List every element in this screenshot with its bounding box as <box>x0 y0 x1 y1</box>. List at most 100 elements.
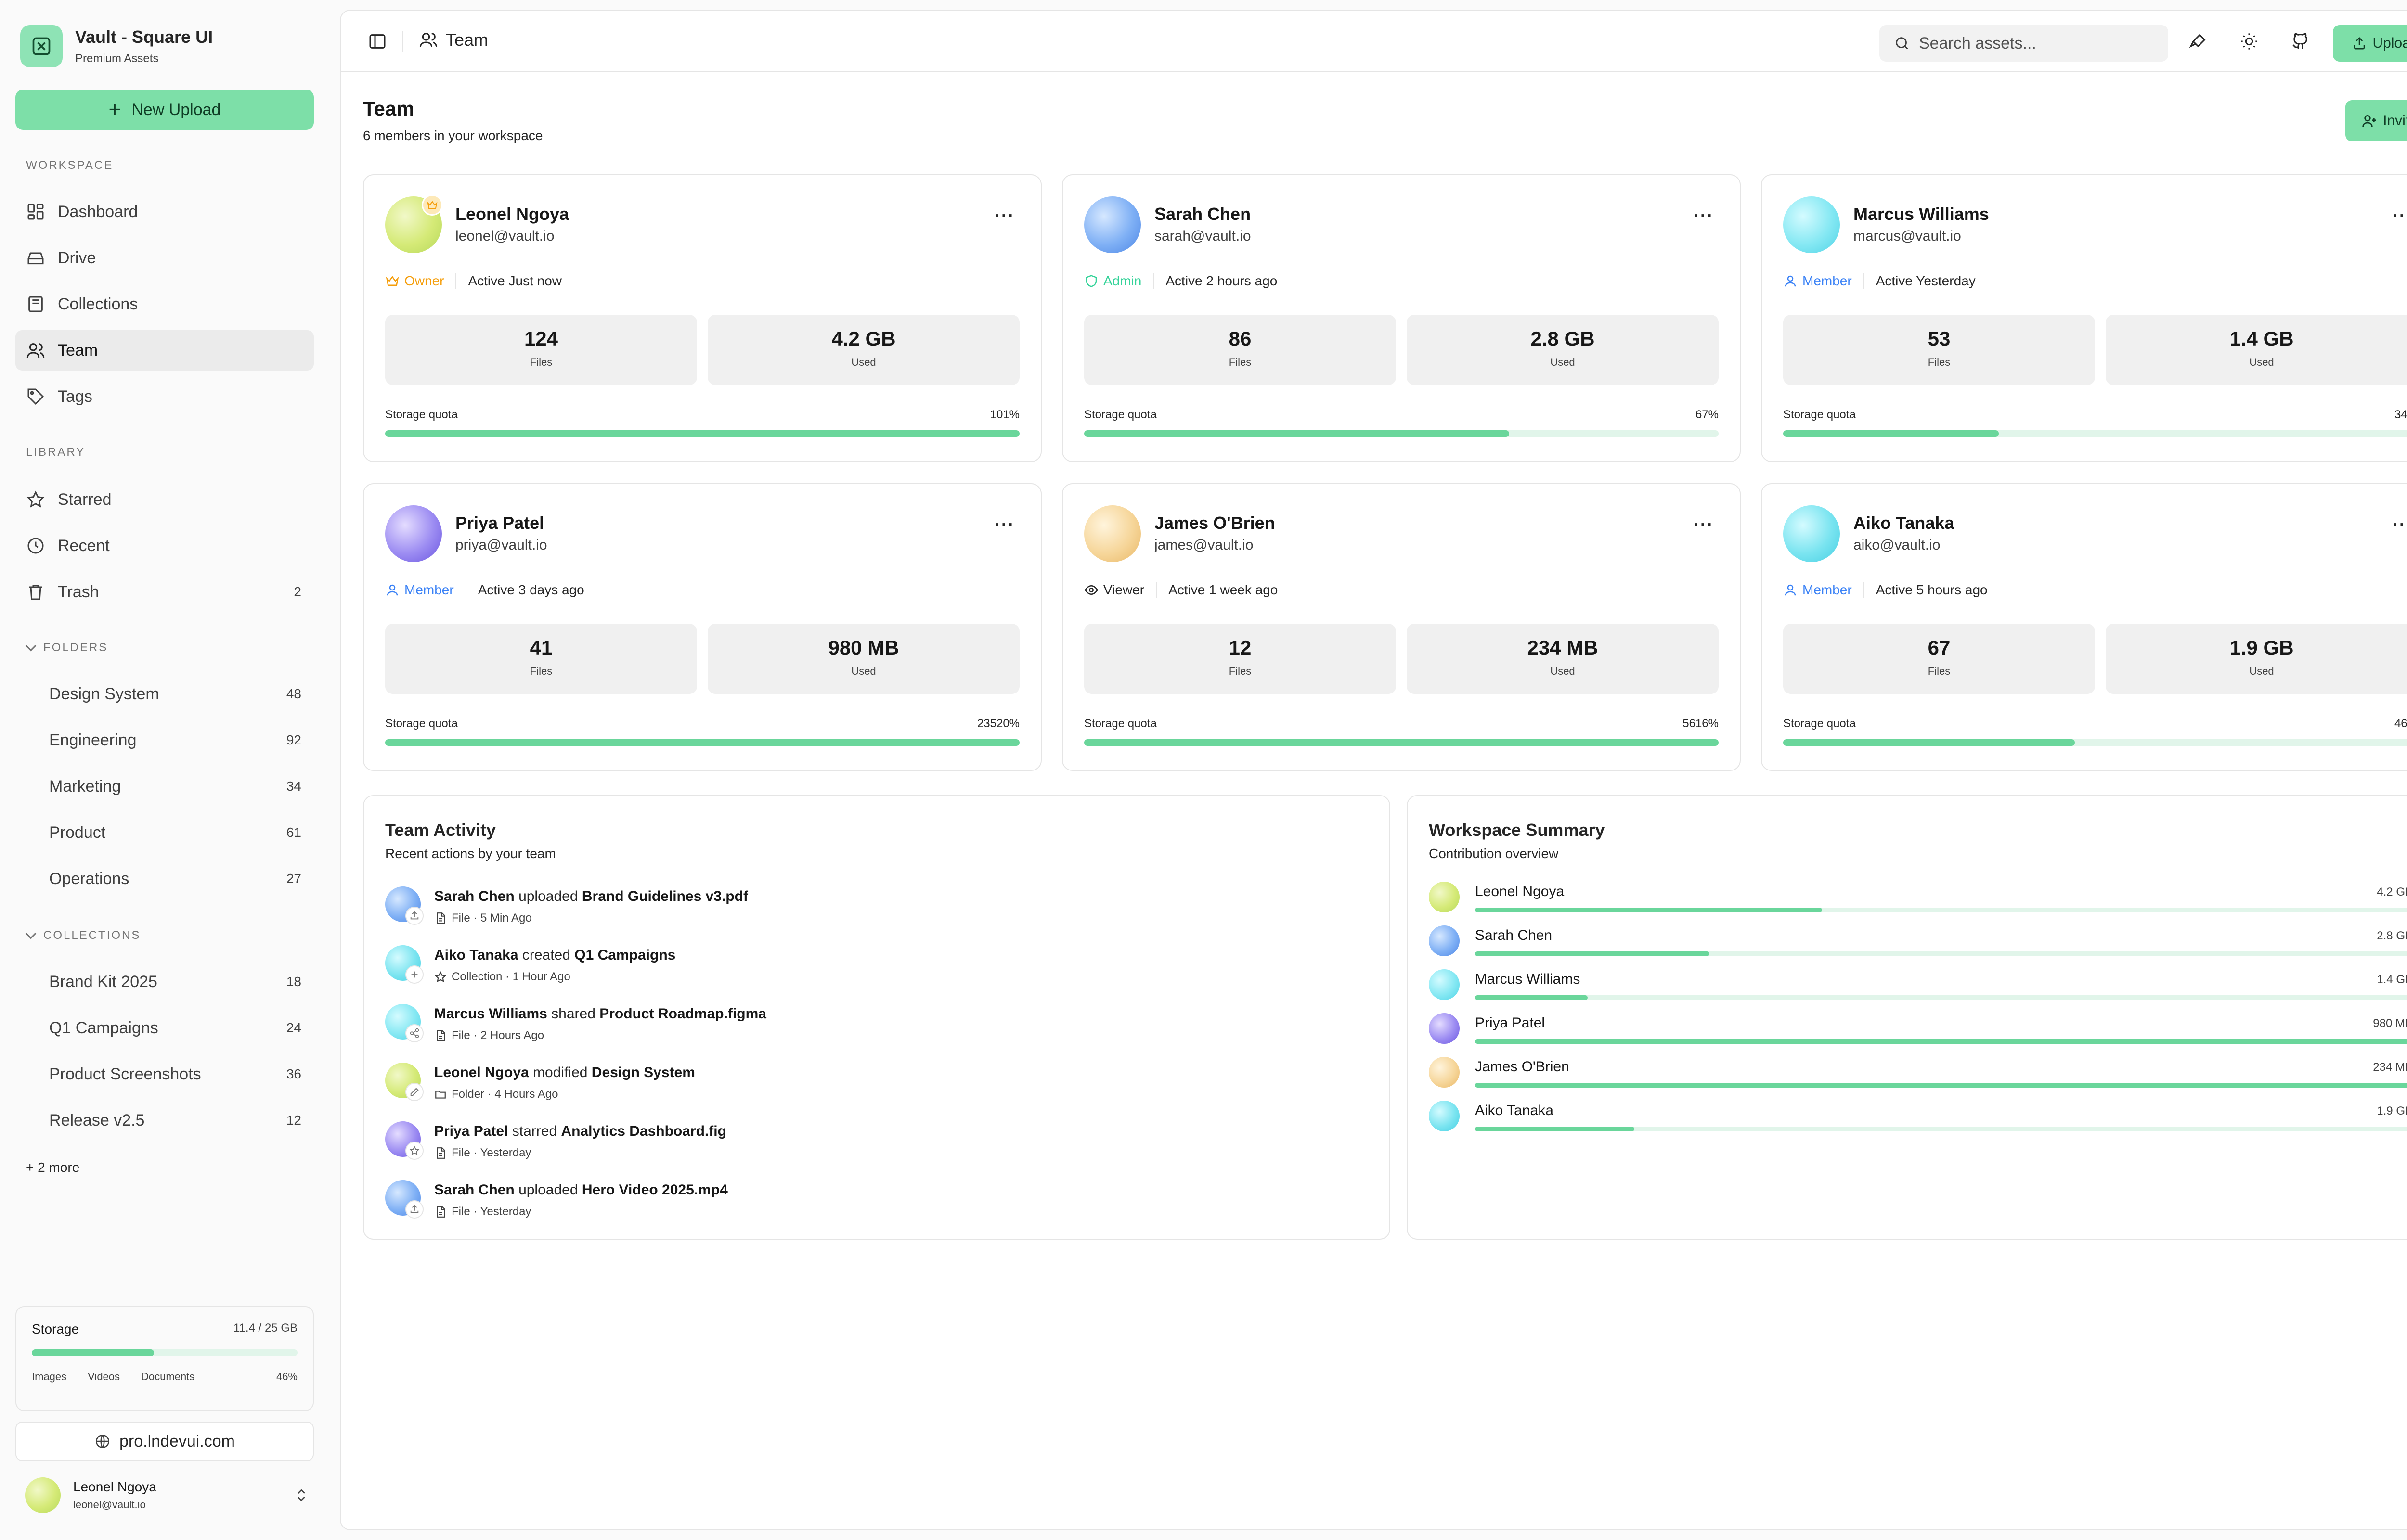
sidebar-item-tags[interactable]: Tags <box>15 376 314 417</box>
role-label: Member <box>1802 582 1852 597</box>
sidebar-item-label: Starred <box>58 490 112 509</box>
activity-item[interactable]: Priya Patel starred Analytics Dashboard.… <box>385 1121 726 1160</box>
quota-bar-fill <box>1084 739 1719 746</box>
quota-bar-fill <box>385 739 1020 746</box>
library-section-label: LIBRARY <box>26 446 86 459</box>
summary-bar <box>1475 951 2407 956</box>
folders-section-toggle[interactable]: FOLDERS <box>25 640 108 654</box>
collection-label: Q1 Campaigns <box>49 1018 158 1037</box>
user-plus-icon <box>2362 115 2376 127</box>
user-email: leonel@vault.io <box>73 1499 146 1511</box>
site-link-button[interactable]: pro.lndevui.com <box>15 1422 314 1461</box>
upload-button[interactable]: Upload <box>2333 25 2407 62</box>
folder-item-marketing[interactable]: Marketing 34 <box>15 766 314 807</box>
sidebar-item-drive[interactable]: Drive <box>15 238 314 278</box>
new-upload-button[interactable]: + New Upload <box>15 90 314 130</box>
collection-item-product-screenshots[interactable]: Product Screenshots 36 <box>15 1054 314 1094</box>
activity-item[interactable]: Marcus Williams shared Product Roadmap.f… <box>385 1004 766 1042</box>
activity-item[interactable]: Sarah Chen uploaded Brand Guidelines v3.… <box>385 886 748 925</box>
activity-item[interactable]: Sarah Chen uploaded Hero Video 2025.mp4 F… <box>385 1180 728 1219</box>
trash-count: 2 <box>294 584 301 599</box>
avatar <box>1783 196 1840 253</box>
sidebar-item-dashboard[interactable]: Dashboard <box>15 192 314 232</box>
more-options-icon[interactable]: ··· <box>2393 516 2407 533</box>
sun-icon[interactable] <box>2239 32 2259 51</box>
folder-item-product[interactable]: Product 61 <box>15 812 314 853</box>
files-count: 53 <box>1928 327 1951 350</box>
member-name: Aiko Tanaka <box>1853 513 1954 533</box>
member-name: Priya Patel <box>455 513 544 533</box>
more-options-icon[interactable]: ··· <box>1694 207 1714 224</box>
member-card: Aiko Tanaka aiko@vault.io ··· Member Active … <box>1761 483 2407 771</box>
folder-item-engineering[interactable]: Engineering 92 <box>15 720 314 760</box>
last-active: Active 5 hours ago <box>1876 582 1988 597</box>
folder-item-operations[interactable]: Operations 27 <box>15 859 314 899</box>
storage-bar <box>32 1349 298 1356</box>
summary-bar <box>1475 1127 2407 1131</box>
summary-name: Marcus Williams <box>1475 971 1580 987</box>
files-count: 12 <box>1229 636 1252 659</box>
brand[interactable]: Vault - Square UI Premium Assets <box>20 25 213 67</box>
page-title: Team <box>363 97 414 120</box>
user-menu[interactable]: Leonel Ngoya leonel@vault.io <box>25 1477 309 1513</box>
collection-item-brand-kit[interactable]: Brand Kit 2025 18 <box>15 962 314 1002</box>
sidebar-toggle-icon[interactable] <box>368 32 387 51</box>
main-content: Team Search assets... Upload Team 6 memb… <box>340 10 2407 1530</box>
sidebar-item-starred[interactable]: Starred <box>15 479 314 520</box>
last-active: Active Yesterday <box>1876 273 1976 288</box>
avatar <box>385 1180 424 1219</box>
quota-percent: 46% <box>2394 717 2407 730</box>
more-options-icon[interactable]: ··· <box>995 207 1015 224</box>
upload-icon <box>2354 37 2365 50</box>
more-options-icon[interactable]: ··· <box>1694 516 1714 533</box>
files-stat: 124 Files <box>385 315 697 385</box>
quota-bar-fill <box>1783 430 1999 437</box>
sidebar-item-trash[interactable]: Trash 2 <box>15 572 314 612</box>
user-icon <box>387 584 398 596</box>
activity-badge <box>405 1142 424 1160</box>
sidebar-item-collections[interactable]: Collections <box>15 284 314 324</box>
sidebar-item-team[interactable]: Team <box>15 330 314 371</box>
quota-bar-fill <box>1783 739 2075 746</box>
activity-user: Marcus Williams <box>434 1006 547 1022</box>
summary-bar <box>1475 1039 2407 1044</box>
new-upload-label: New Upload <box>131 100 221 119</box>
team-activity-panel: Team Activity Recent actions by your tea… <box>363 795 1390 1240</box>
files-stat: 67 Files <box>1783 624 2095 694</box>
used-label: Used <box>2249 356 2274 368</box>
member-name: James O'Brien <box>1154 513 1275 533</box>
workspace-summary-panel: Workspace Summary Contribution overview … <box>1407 795 2407 1240</box>
owner-crown-badge <box>422 194 443 216</box>
collections-section-toggle[interactable]: COLLECTIONS <box>25 928 141 942</box>
panel-title: Workspace Summary <box>1429 820 1605 840</box>
member-card: Marcus Williams marcus@vault.io ··· Member A… <box>1761 174 2407 462</box>
role-label: Viewer <box>1103 582 1145 597</box>
more-options-icon[interactable]: ··· <box>2393 207 2407 224</box>
search-input[interactable]: Search assets... <box>1879 25 2168 62</box>
folder-count: 27 <box>286 871 301 886</box>
sidebar-item-recent[interactable]: Recent <box>15 526 314 566</box>
activity-item[interactable]: Leonel Ngoya modified Design System Folde… <box>385 1063 695 1101</box>
member-email: james@vault.io <box>1154 537 1254 553</box>
summary-name: Leonel Ngoya <box>1475 884 1565 899</box>
quota-bar <box>1084 739 1719 746</box>
folder-label: Engineering <box>49 731 137 749</box>
summary-bar <box>1475 995 2407 1000</box>
github-icon[interactable] <box>2291 32 2310 51</box>
activity-item[interactable]: Aiko Tanaka created Q1 Campaigns Collecti… <box>385 945 675 984</box>
invite-button[interactable]: Invite <box>2345 100 2407 141</box>
sidebar-item-label: Recent <box>58 536 110 555</box>
collection-item-q1-campaigns[interactable]: Q1 Campaigns 24 <box>15 1008 314 1048</box>
team-icon <box>26 343 45 358</box>
activity-target: Product Roadmap.figma <box>599 1006 766 1022</box>
used-stat: 980 MB Used <box>708 624 1020 694</box>
shield-icon <box>1086 275 1097 287</box>
last-active: Active 3 days ago <box>478 582 584 597</box>
folder-item-design-system[interactable]: Design System 48 <box>15 674 314 714</box>
brush-icon[interactable] <box>2188 32 2208 51</box>
folder-count: 48 <box>286 686 301 701</box>
show-more-collections-link[interactable]: + 2 more <box>26 1160 79 1175</box>
more-options-icon[interactable]: ··· <box>995 516 1015 533</box>
collection-item-release[interactable]: Release v2.5 12 <box>15 1100 314 1141</box>
folder-label: Marketing <box>49 777 121 796</box>
